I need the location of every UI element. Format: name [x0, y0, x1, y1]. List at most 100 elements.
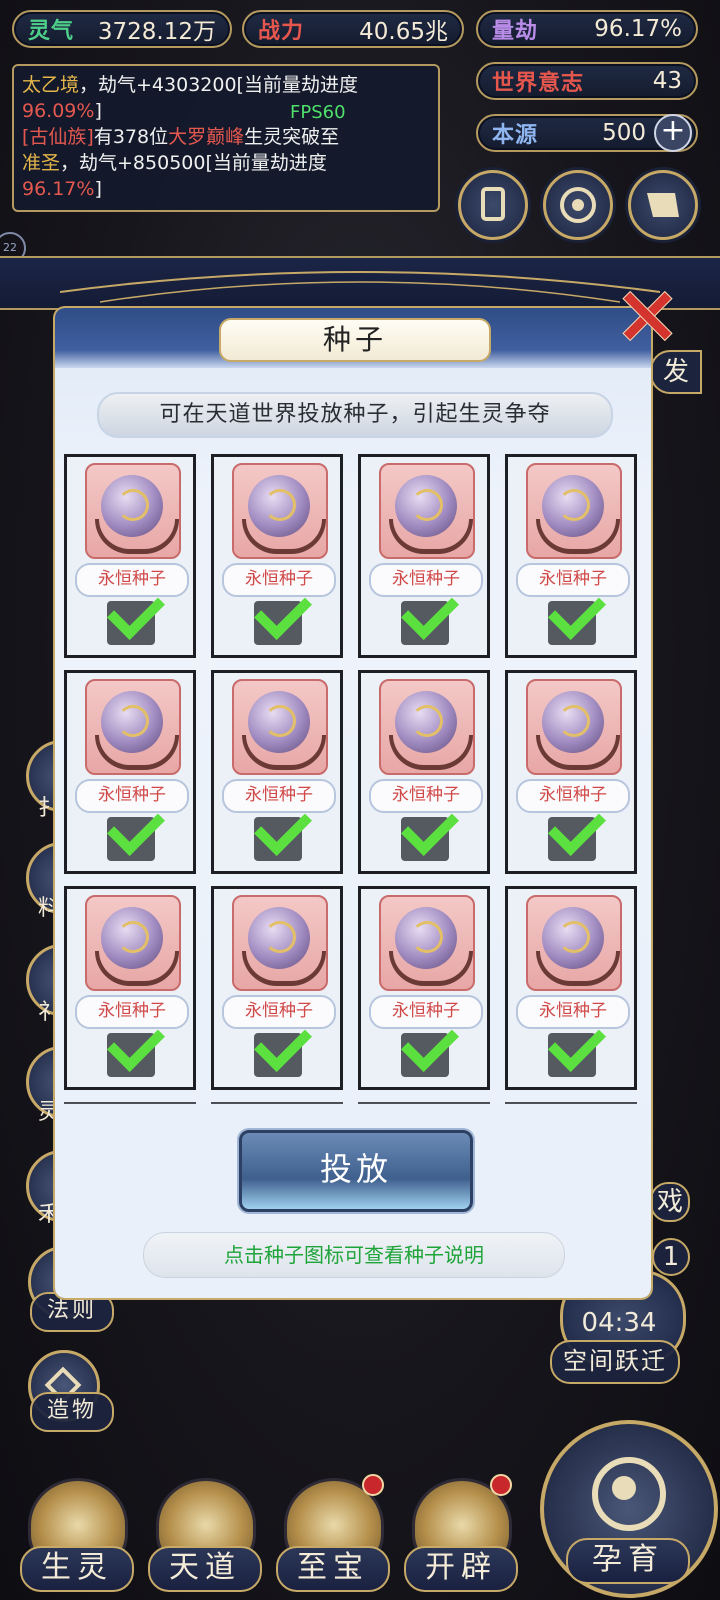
check-icon[interactable]: [401, 1014, 459, 1077]
jump-timer: 04:34: [581, 1308, 657, 1338]
log-target: 准圣: [22, 152, 61, 174]
seed-icon[interactable]: [526, 463, 622, 559]
portal-button[interactable]: [543, 170, 613, 240]
shijie-stat: 世界意志 43: [476, 62, 698, 100]
close-icon[interactable]: [618, 286, 672, 340]
seed-card[interactable]: 永恒种子: [505, 886, 637, 1090]
seed-swirl: [411, 705, 443, 737]
seed-card[interactable]: 永恒种子: [64, 886, 196, 1090]
check-icon[interactable]: [548, 582, 606, 645]
nav-yunyu[interactable]: 孕育: [540, 1420, 718, 1598]
seed-card[interactable]: 永恒种子: [211, 670, 343, 874]
scroll-button[interactable]: [628, 170, 698, 240]
zhanli-value: 40.65兆: [359, 19, 448, 45]
nav-tiandao-label: 天道: [148, 1546, 262, 1592]
dialog-title: 种子: [219, 318, 491, 362]
seed-swirl: [117, 489, 149, 521]
right-label-top[interactable]: 发: [650, 350, 702, 394]
seed-icon[interactable]: [232, 679, 328, 775]
log-clan: [古仙族]: [22, 126, 94, 148]
check-icon[interactable]: [254, 1014, 312, 1077]
seed-icon[interactable]: [232, 463, 328, 559]
check-icon[interactable]: [254, 582, 312, 645]
seed-icon[interactable]: [232, 895, 328, 991]
seed-swirl: [264, 705, 296, 737]
nav-zhibao[interactable]: 至宝: [276, 1474, 390, 1592]
seed-roots: [536, 519, 620, 554]
liangjie-value: 96.17%: [594, 16, 682, 42]
seed-card[interactable]: 永恒种子: [211, 454, 343, 658]
seed-icon[interactable]: [85, 463, 181, 559]
dialog-subtitle: 可在天道世界投放种子，引起生灵争夺: [97, 392, 613, 438]
seed-icon[interactable]: [379, 463, 475, 559]
check-icon[interactable]: [107, 1014, 165, 1077]
lingqi-stat: 灵气 3728.12万: [12, 10, 232, 48]
seed-dialog: 种子 可在天道世界投放种子，引起生灵争夺 永恒种子 永恒种子 永恒种子 永恒种子 永恒种…: [55, 308, 651, 1298]
seed-card[interactable]: 永恒种子: [211, 886, 343, 1090]
check-icon[interactable]: [107, 798, 165, 861]
seed-swirl: [264, 921, 296, 953]
seed-roots: [95, 735, 179, 770]
lingqi-label: 灵气: [28, 19, 75, 44]
zaowu-label: 造物: [30, 1392, 114, 1432]
game-screen: { "stats": { "lingqi": {"label": "灵气", "…: [0, 0, 720, 1600]
nav-shengling-label: 生灵: [20, 1546, 134, 1592]
liangjie-stat: 量劫 96.17%: [476, 10, 698, 48]
nav-tiandao[interactable]: 天道: [148, 1478, 262, 1592]
seed-roots: [536, 951, 620, 986]
nav-kaipi[interactable]: 开辟: [404, 1474, 518, 1592]
check-icon[interactable]: [401, 798, 459, 861]
log-pct: 96.17%: [22, 178, 95, 200]
seed-icon[interactable]: [379, 895, 475, 991]
card-button[interactable]: [458, 170, 528, 240]
seed-card[interactable]: 永恒种子: [64, 454, 196, 658]
log-text: ，劫气+850500[当前量劫进度: [60, 152, 327, 174]
seed-card[interactable]: 永恒种子: [505, 670, 637, 874]
nav-shengling[interactable]: 生灵: [20, 1478, 134, 1592]
log-pct: 96.09%: [22, 100, 95, 122]
seed-roots: [95, 951, 179, 986]
check-icon[interactable]: [548, 798, 606, 861]
plus-icon[interactable]: +: [654, 114, 692, 152]
seed-icon[interactable]: [379, 679, 475, 775]
seed-card[interactable]: 永恒种子: [358, 886, 490, 1090]
seed-icon[interactable]: [85, 679, 181, 775]
seed-swirl: [411, 489, 443, 521]
seed-card[interactable]: 永恒种子: [64, 670, 196, 874]
seed-roots: [242, 735, 326, 770]
shijie-value: 43: [652, 68, 682, 94]
check-icon[interactable]: [401, 582, 459, 645]
seed-swirl: [411, 921, 443, 953]
check-icon[interactable]: [107, 582, 165, 645]
jump-label: 空间跃迁: [550, 1340, 680, 1384]
check-icon[interactable]: [548, 1014, 606, 1077]
deploy-button[interactable]: 投放: [239, 1130, 473, 1212]
nav-kaipi-label: 开辟: [404, 1546, 518, 1592]
check-icon[interactable]: [254, 798, 312, 861]
seed-icon[interactable]: [526, 679, 622, 775]
shijie-label: 世界意志: [492, 71, 585, 96]
seed-icon[interactable]: [526, 895, 622, 991]
log-text: ，劫气+4303200[当前量劫进度: [79, 74, 358, 96]
notification-dot: [490, 1474, 512, 1496]
event-log: 太乙境，劫气+4303200[当前量劫进度 96.09%] [古仙族]有378位…: [12, 64, 440, 212]
log-text: 生灵突破至: [244, 126, 340, 148]
faze-label: 法则: [30, 1292, 114, 1332]
scroll-icon: [647, 193, 679, 217]
ornament-arc: [60, 271, 660, 303]
seed-card[interactable]: 永恒种子: [358, 454, 490, 658]
right-label-mid[interactable]: 戏: [650, 1182, 690, 1222]
seed-roots: [242, 519, 326, 554]
right-count-badge: 1: [652, 1238, 690, 1276]
seed-icon[interactable]: [85, 895, 181, 991]
seed-roots: [389, 735, 473, 770]
nav-zhibao-label: 至宝: [276, 1546, 390, 1592]
card-icon: [481, 187, 505, 221]
lingqi-value: 3728.12万: [97, 19, 216, 45]
nav-yunyu-label: 孕育: [566, 1538, 690, 1584]
seed-card[interactable]: 永恒种子: [505, 454, 637, 658]
dialog-hint: 点击种子图标可查看种子说明: [143, 1232, 565, 1278]
seed-card[interactable]: 永恒种子: [358, 670, 490, 874]
portal-icon: [560, 187, 596, 223]
seed-grid: 永恒种子 永恒种子 永恒种子 永恒种子 永恒种子 永恒种子 永恒种子 永恒种子 永恒种子 永恒种子…: [64, 454, 644, 1104]
